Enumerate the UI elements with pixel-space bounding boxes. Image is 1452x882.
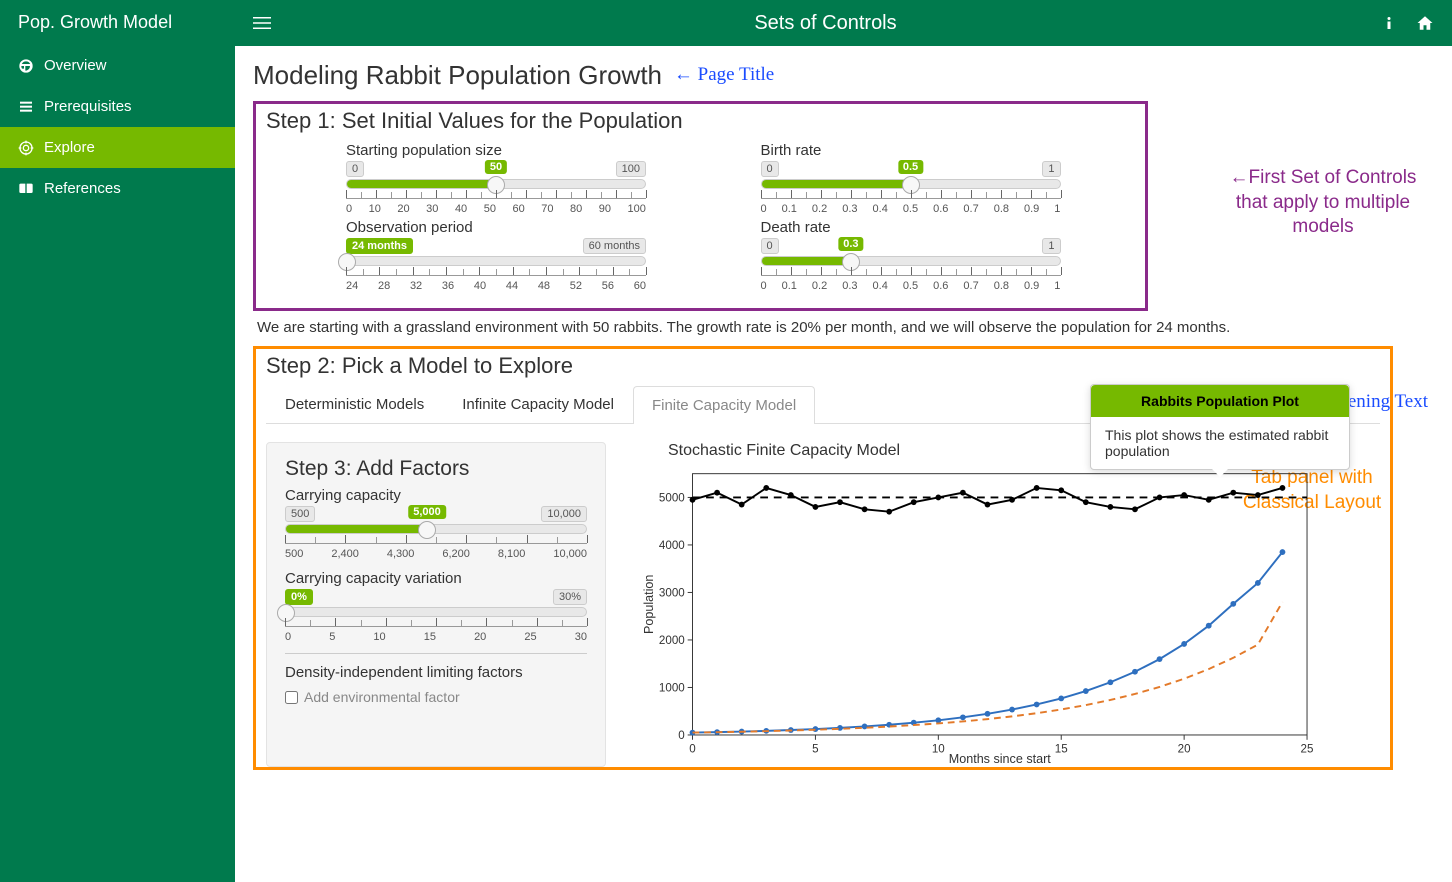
step1-title: Step 1: Set Initial Values for the Popul… <box>266 108 1135 134</box>
control-obs-period: Observation period 24 months60 months 24… <box>346 219 646 292</box>
limiting-factors-label: Density-independent limiting factors <box>285 664 587 681</box>
svg-text:3000: 3000 <box>659 586 685 599</box>
control-death-rate: Death rate 01 0.3 00.10.20.30.40.50.60.7… <box>761 219 1061 292</box>
slider-variation[interactable] <box>285 607 587 617</box>
plot-panel: Rabbits Population Plot This plot shows … <box>628 442 1380 767</box>
target-icon <box>18 140 34 156</box>
sidebar: Pop. Growth Model Overview Prerequisites… <box>0 0 235 882</box>
topbar-title: Sets of Controls <box>271 12 1380 35</box>
svg-text:10: 10 <box>932 742 945 755</box>
sidebar-item-label: References <box>44 180 121 197</box>
slider-start-pop[interactable]: 50 <box>346 179 646 189</box>
dashboard-icon <box>18 58 34 74</box>
control-birth-rate: Birth rate 01 0.5 00.10.20.30.40.50.60.7… <box>761 142 1061 215</box>
population-plot: 0 1000 2000 3000 4000 5000 0 5 10 15 20 25 Populatio… <box>628 464 1328 764</box>
sidebar-item-label: Overview <box>44 57 107 74</box>
tooltip-body: This plot shows the estimated rabbit pop… <box>1091 417 1349 469</box>
svg-text:20: 20 <box>1178 742 1191 755</box>
step2-box: Step 2: Pick a Model to Explore Determin… <box>253 346 1393 770</box>
svg-text:2000: 2000 <box>659 634 685 647</box>
home-icon[interactable] <box>1416 14 1434 32</box>
tab-finite[interactable]: Finite Capacity Model <box>633 386 815 424</box>
sidebar-item-label: Prerequisites <box>44 98 132 115</box>
book-icon <box>18 181 34 197</box>
control-label: Carrying capacity variation <box>285 570 587 587</box>
slider-capacity[interactable]: 5,000 <box>285 524 587 534</box>
sidebar-item-prerequisites[interactable]: Prerequisites <box>0 86 235 127</box>
svg-text:0: 0 <box>678 729 684 742</box>
slider-obs-period[interactable] <box>346 256 646 266</box>
app-title: Pop. Growth Model <box>0 0 235 45</box>
plot-tooltip: Rabbits Population Plot This plot shows … <box>1090 384 1350 470</box>
control-capacity: Carrying capacity 50010,000 5,000 5002,4… <box>285 487 587 560</box>
svg-text:15: 15 <box>1055 742 1068 755</box>
svg-text:1000: 1000 <box>659 681 685 694</box>
step1-box: Step 1: Set Initial Values for the Popul… <box>253 101 1148 311</box>
svg-text:Months since start: Months since start <box>949 752 1052 764</box>
topbar: Sets of Controls <box>235 0 1452 46</box>
list-icon <box>18 99 34 115</box>
slider-death-rate[interactable]: 0.3 <box>761 256 1061 266</box>
factors-panel: Step 3: Add Factors Carrying capacity 50… <box>266 442 606 767</box>
opening-text: We are starting with a grassland environ… <box>257 319 1434 336</box>
svg-text:Population: Population <box>642 575 656 634</box>
info-icon[interactable] <box>1380 14 1398 32</box>
sidebar-item-references[interactable]: References <box>0 168 235 209</box>
annotation-page-title: ← Page Title <box>674 64 774 85</box>
svg-text:4000: 4000 <box>659 539 685 552</box>
tooltip-title: Rabbits Population Plot <box>1091 385 1349 417</box>
page-title: Modeling Rabbit Population Growth <box>253 60 662 91</box>
tab-deterministic[interactable]: Deterministic Models <box>266 385 443 423</box>
svg-text:0: 0 <box>689 742 695 755</box>
env-factor-checkbox[interactable] <box>285 691 298 704</box>
control-label: Birth rate <box>761 142 1061 159</box>
step2-title: Step 2: Pick a Model to Explore <box>266 353 1380 379</box>
hamburger-icon[interactable] <box>253 14 271 32</box>
control-start-pop: Starting population size 0100 50 0102030… <box>346 142 646 215</box>
sidebar-item-label: Explore <box>44 139 95 156</box>
svg-text:5: 5 <box>812 742 818 755</box>
env-factor-checkbox-row[interactable]: Add environmental factor <box>285 689 587 705</box>
annotation-first-set: ←First Set of Controls that apply to mul… <box>1218 166 1428 240</box>
control-label: Observation period <box>346 219 646 236</box>
svg-text:25: 25 <box>1301 742 1314 755</box>
svg-text:5000: 5000 <box>659 491 685 504</box>
content: Modeling Rabbit Population Growth ← Page… <box>235 46 1452 882</box>
control-label: Carrying capacity <box>285 487 587 504</box>
slider-birth-rate[interactable]: 0.5 <box>761 179 1061 189</box>
sidebar-item-explore[interactable]: Explore <box>0 127 235 168</box>
control-label: Starting population size <box>346 142 646 159</box>
sidebar-item-overview[interactable]: Overview <box>0 45 235 86</box>
step3-title: Step 3: Add Factors <box>285 457 587 481</box>
tab-infinite[interactable]: Infinite Capacity Model <box>443 385 633 423</box>
control-label: Death rate <box>761 219 1061 236</box>
control-variation: Carrying capacity variation 0%30% 051015… <box>285 570 587 643</box>
